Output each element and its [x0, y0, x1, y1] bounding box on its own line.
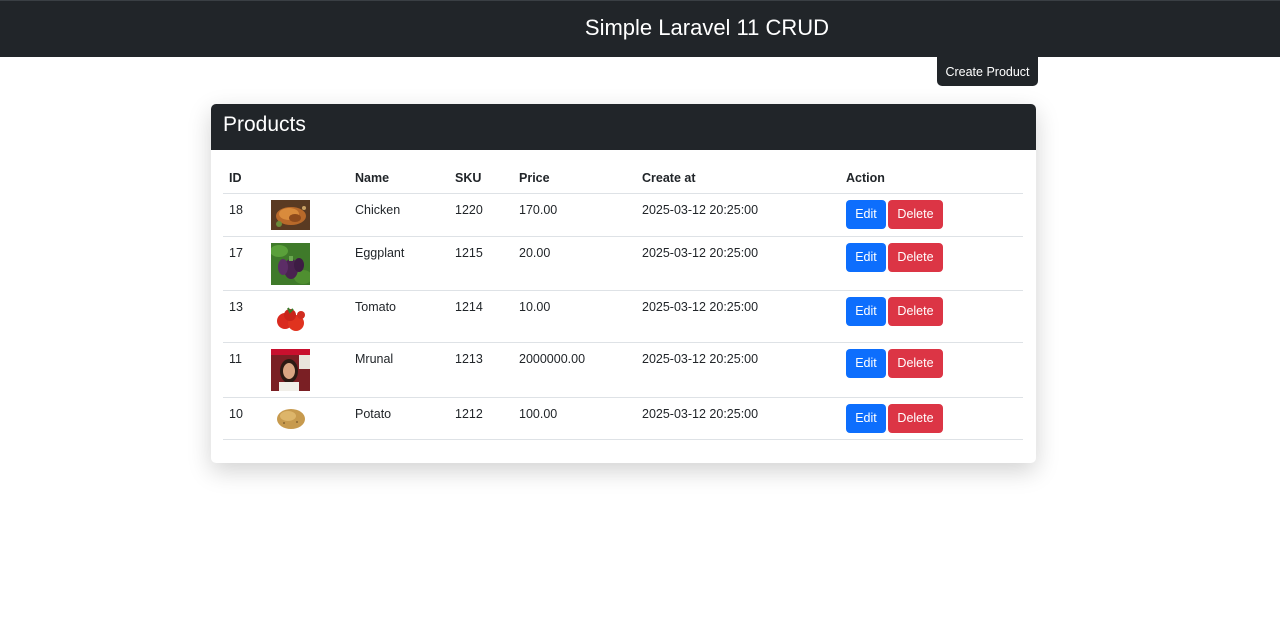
products-table: ID Name SKU Price Create at Action 18 Ch… — [223, 164, 1023, 440]
cell-price: 170.00 — [513, 193, 636, 237]
cell-id: 18 — [223, 193, 265, 237]
delete-button[interactable]: Delete — [888, 348, 943, 378]
cell-id: 10 — [223, 397, 265, 440]
column-header-created: Create at — [636, 164, 840, 194]
card-title: Products — [211, 104, 1036, 150]
chicken-image — [271, 199, 310, 230]
create-product-button[interactable]: Create Product — [937, 57, 1038, 86]
column-header-action: Action — [840, 164, 1023, 194]
cell-image — [265, 342, 349, 398]
cell-name: Eggplant — [349, 236, 449, 291]
edit-button[interactable]: Edit — [846, 348, 886, 378]
cell-image — [265, 193, 349, 237]
cell-created: 2025-03-12 20:25:00 — [636, 397, 840, 440]
app-title: Simple Laravel 11 CRUD — [584, 15, 830, 40]
cell-actions: Edit Delete — [840, 290, 1023, 343]
table-row: 17 Eggplant 1215 20.00 2025-03-12 20:25:… — [223, 236, 1023, 291]
delete-button[interactable]: Delete — [888, 242, 943, 272]
tomato-image — [271, 296, 310, 339]
table-row: 10 Potato 1212 100.00 2025-03-12 20:25:0… — [223, 397, 1023, 440]
navbar: Simple Laravel 11 CRUD — [0, 0, 1280, 57]
delete-button[interactable]: Delete — [888, 403, 943, 433]
cell-sku: 1220 — [449, 193, 513, 237]
table-row: 13 Tomato 1214 10.00 2025-03-12 20:25:00… — [223, 290, 1023, 343]
column-header-sku: SKU — [449, 164, 513, 194]
cell-id: 13 — [223, 290, 265, 343]
cell-sku: 1212 — [449, 397, 513, 440]
cell-image — [265, 290, 349, 343]
table-row: 11 Mrunal 1213 2000000.00 2025-03-12 20:… — [223, 342, 1023, 398]
cell-name: Mrunal — [349, 342, 449, 398]
cell-sku: 1214 — [449, 290, 513, 343]
cell-created: 2025-03-12 20:25:00 — [636, 290, 840, 343]
cell-image — [265, 397, 349, 440]
cell-id: 11 — [223, 342, 265, 398]
cell-actions: Edit Delete — [840, 193, 1023, 237]
cell-image — [265, 236, 349, 291]
edit-button[interactable]: Edit — [846, 296, 886, 326]
cell-created: 2025-03-12 20:25:00 — [636, 193, 840, 237]
cell-name: Tomato — [349, 290, 449, 343]
cell-price: 20.00 — [513, 236, 636, 291]
eggplant-image — [271, 242, 310, 285]
cell-actions: Edit Delete — [840, 397, 1023, 440]
cell-price: 10.00 — [513, 290, 636, 343]
table-row: 18 Chicken 1220 170.00 2025-03-12 20:25:… — [223, 193, 1023, 237]
edit-button[interactable]: Edit — [846, 199, 886, 229]
cell-actions: Edit Delete — [840, 342, 1023, 398]
cell-actions: Edit Delete — [840, 236, 1023, 291]
table-header-row: ID Name SKU Price Create at Action — [223, 164, 1023, 194]
column-header-name: Name — [349, 164, 449, 194]
cell-sku: 1215 — [449, 236, 513, 291]
cell-created: 2025-03-12 20:25:00 — [636, 342, 840, 398]
cell-created: 2025-03-12 20:25:00 — [636, 236, 840, 291]
potato-image — [271, 403, 310, 434]
column-header-price: Price — [513, 164, 636, 194]
delete-button[interactable]: Delete — [888, 296, 943, 326]
cell-name: Chicken — [349, 193, 449, 237]
products-card: Products ID Name SKU Price Create at Act… — [211, 104, 1036, 463]
edit-button[interactable]: Edit — [846, 242, 886, 272]
column-header-image — [265, 164, 349, 194]
person-photo-image — [271, 348, 310, 391]
cell-price: 100.00 — [513, 397, 636, 440]
cell-price: 2000000.00 — [513, 342, 636, 398]
column-header-id: ID — [223, 164, 265, 194]
cell-id: 17 — [223, 236, 265, 291]
cell-name: Potato — [349, 397, 449, 440]
cell-sku: 1213 — [449, 342, 513, 398]
delete-button[interactable]: Delete — [888, 199, 943, 229]
edit-button[interactable]: Edit — [846, 403, 886, 433]
